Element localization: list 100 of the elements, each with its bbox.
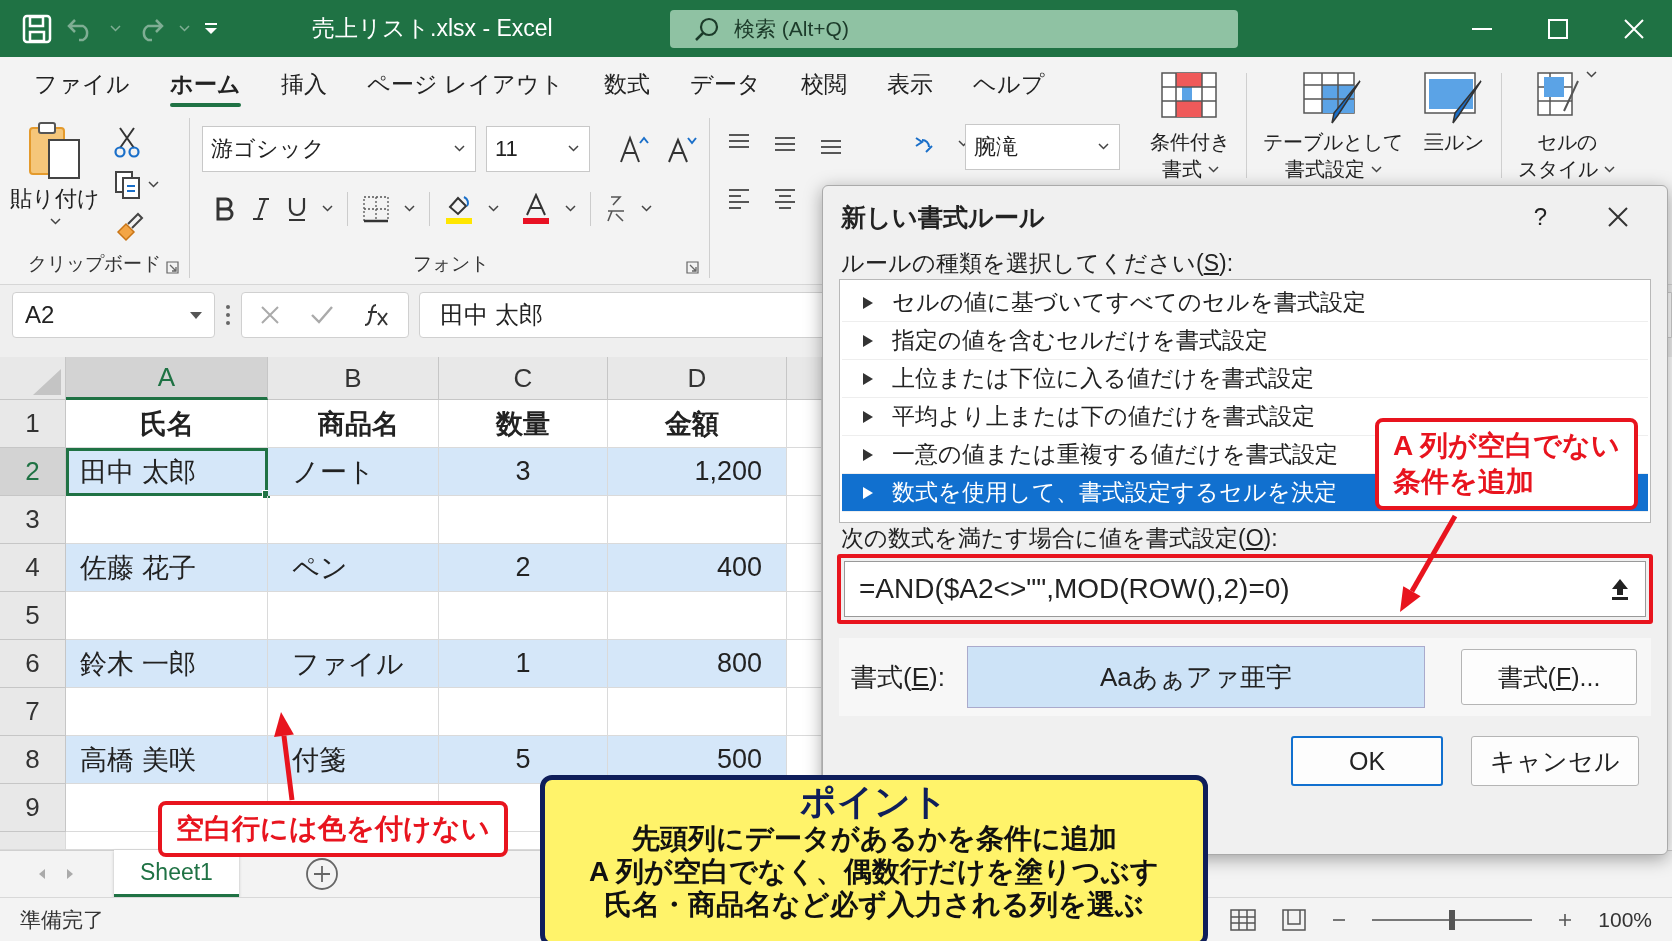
caret-icon[interactable] [1586,71,1597,78]
caret-icon[interactable] [454,145,465,153]
row-header[interactable]: 7 [0,688,66,736]
customize-icon[interactable] [204,22,218,35]
paste-button[interactable]: 貼り付け [10,119,100,242]
caret-icon[interactable] [322,205,333,213]
more-icon[interactable] [225,304,231,326]
table-cell[interactable]: 3 [439,448,608,496]
grow-font-icon[interactable] [618,133,650,164]
table-cell[interactable]: 鈴木 一郎 [66,640,268,688]
triangle-icon [862,485,874,500]
ribbon-button[interactable]: 亖ルン [1413,71,1495,156]
row-header[interactable]: 9 [0,784,66,832]
font-name-dropdown[interactable]: 游ゴシック [202,125,476,172]
font-color-icon[interactable] [521,192,551,225]
row-header[interactable]: 5 [0,592,66,640]
zoom-level[interactable]: 100% [1598,907,1652,932]
launcher-icon[interactable] [166,261,179,274]
table-cell[interactable]: ペン [268,544,439,592]
phonetic-icon[interactable] [605,194,627,223]
caret-icon[interactable] [641,205,652,213]
borders-icon[interactable] [362,194,390,223]
row-header[interactable]: 8 [0,736,66,784]
add-sheet-icon[interactable] [304,857,339,891]
caret-icon[interactable] [488,205,499,213]
ribbon-tab[interactable]: ホーム [150,68,261,110]
caret-icon[interactable] [1207,166,1219,173]
dialog-title: 新しい書式ルール [841,201,1045,233]
ribbon-tab[interactable]: 数式 [584,68,671,110]
page-layout-icon[interactable] [1282,908,1307,931]
copy-icon[interactable] [114,169,142,200]
table-cell[interactable]: 高橋 美咲 [66,736,268,784]
paintbrush-icon[interactable] [114,211,144,242]
maximize-icon[interactable] [1547,17,1569,40]
name-box[interactable]: A2 [12,292,215,338]
table-cell[interactable]: 400 [608,544,787,592]
caret-icon[interactable] [565,205,576,213]
formula-field[interactable]: =AND($A2<>"",MOD(ROW(),2)=0) [844,561,1646,617]
table-cell[interactable]: 800 [608,640,787,688]
ribbon-tab[interactable]: ページ レイアウト [347,68,585,110]
table-cell[interactable]: 付箋 [268,736,439,784]
triangle-icon [862,447,874,462]
ribbon-button[interactable]: セルの スタイル [1508,71,1625,183]
caret-icon[interactable] [404,205,415,213]
ribbon-button[interactable]: テーブルとして 書式設定 [1253,71,1413,183]
format-button[interactable]: 書式(F)... [1461,649,1637,705]
launcher-icon[interactable] [686,261,699,274]
column-header[interactable]: D [608,357,787,400]
table-cell[interactable]: 5 [439,736,608,784]
row-header[interactable]: 4 [0,544,66,592]
caret-icon[interactable] [1370,166,1382,173]
ribbon-tab[interactable]: 校閲 [781,68,868,110]
table-cell[interactable]: 1,200 [608,448,787,496]
caret-icon[interactable] [148,181,159,189]
column-header[interactable]: B [268,357,439,400]
ribbon-tab[interactable]: ファイル [14,68,150,110]
table-cell[interactable]: 1 [439,640,608,688]
bold-icon[interactable] [214,196,236,221]
zoom-slider-thumb[interactable] [1449,909,1456,930]
table-cell[interactable]: ノート [268,448,439,496]
column-header[interactable]: A [66,357,268,400]
caret-icon[interactable] [190,311,202,319]
sheet-tab[interactable]: Sheet1 [114,850,239,897]
check-icon[interactable] [310,305,334,325]
normal-view-icon[interactable] [1230,908,1257,931]
underline-icon[interactable] [286,195,308,222]
table-cell[interactable]: 佐藤 花子 [66,544,268,592]
row-header[interactable]: 2 [0,448,66,496]
ok-button[interactable]: OK [1291,736,1443,786]
number-format-dropdown[interactable]: 腕滝 [965,123,1120,170]
help-button[interactable]: ? [1533,203,1547,231]
scissors-icon[interactable] [114,125,140,158]
row-header[interactable]: 3 [0,496,66,544]
zoom-in-icon[interactable] [1558,912,1573,927]
cancel-button[interactable]: キャンセル [1471,736,1639,786]
table-cell[interactable]: 田中 太郎 [66,448,268,496]
caret-icon[interactable] [49,217,61,225]
font-size-dropdown[interactable]: 11 [486,125,590,172]
column-header[interactable]: C [439,357,608,400]
italic-icon[interactable] [250,196,272,221]
field-label: 次の数式を満たす場合に値を書式設定(O): [841,525,1278,551]
ribbon-button[interactable]: 条件付き 書式 [1140,71,1240,183]
row-header[interactable]: 1 [0,400,66,448]
list-item[interactable]: セルの値に基づいてすべてのセルを書式設定 [842,284,1648,322]
ribbon-tab[interactable]: ヘルプ [953,68,1066,110]
caret-icon[interactable] [1098,143,1109,151]
table-cell[interactable]: 2 [439,544,608,592]
ribbon-tab[interactable]: 表示 [867,68,954,110]
function-icon[interactable] [364,303,390,327]
table-cell[interactable]: ファイル [268,640,439,688]
caret-icon[interactable] [1604,166,1615,173]
caret-icon[interactable] [568,145,579,153]
ribbon-tab[interactable]: 挿入 [261,68,347,110]
list-item[interactable]: 上位または下位に入る値だけを書式設定 [842,360,1648,398]
ribbon-tab[interactable]: データ [670,68,782,110]
save-icon[interactable] [22,13,52,44]
list-item[interactable]: 指定の値を含むセルだけを書式設定 [842,322,1648,360]
search-field[interactable]: 検索 (Alt+Q) [670,9,1238,48]
row-header[interactable]: 6 [0,640,66,688]
close-icon[interactable] [1607,206,1629,228]
